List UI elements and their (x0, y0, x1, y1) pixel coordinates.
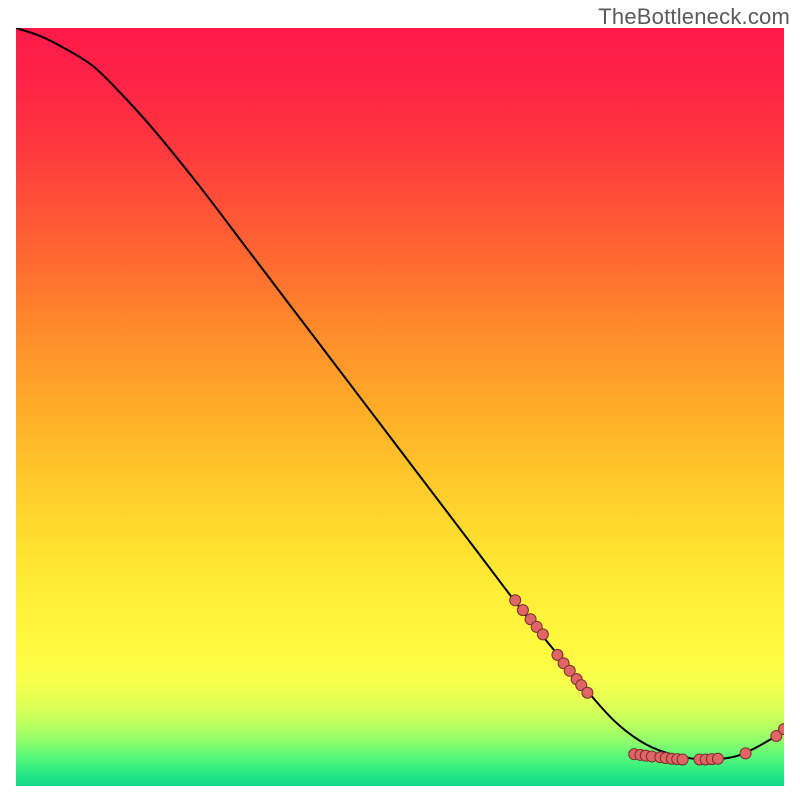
data-point (537, 629, 548, 640)
data-point (740, 748, 751, 759)
data-point (510, 595, 521, 606)
data-point (677, 754, 688, 765)
bottleneck-chart (16, 28, 784, 786)
gradient-background (16, 28, 784, 786)
watermark-label: TheBottleneck.com (598, 4, 790, 30)
data-point (582, 687, 593, 698)
data-point (517, 605, 528, 616)
data-point (712, 753, 723, 764)
chart-container: TheBottleneck.com (0, 0, 800, 800)
plot-area (16, 28, 784, 786)
